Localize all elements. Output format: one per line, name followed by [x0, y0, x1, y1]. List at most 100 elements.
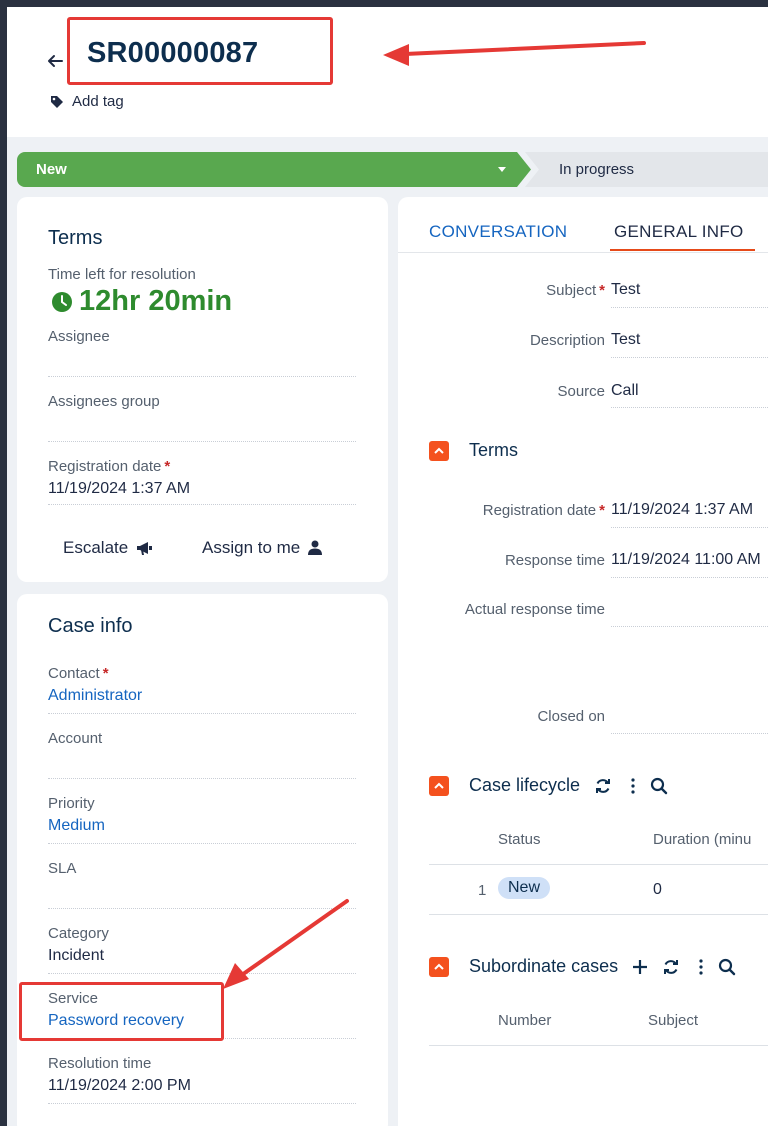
stage-in-progress-label: In progress — [559, 161, 635, 178]
contact-label: Contact * — [48, 665, 109, 682]
required-marker: * — [599, 502, 605, 519]
required-marker: * — [599, 282, 605, 299]
required-marker: * — [164, 458, 171, 475]
description-label: Description — [529, 332, 605, 349]
clock-icon — [52, 291, 72, 312]
lifecycle-section-title: Case lifecycle — [469, 775, 581, 795]
subordinate-col-subject[interactable]: Subject — [648, 1012, 698, 1029]
tag-icon — [51, 95, 63, 108]
stage-new-label: New — [36, 161, 67, 178]
registration-date-field — [48, 504, 356, 505]
terms-card-title: Terms — [48, 227, 103, 249]
subject-label: Subject * — [546, 282, 605, 299]
terms-registration-date-label: Registration date * — [483, 502, 605, 519]
search-icon[interactable] — [650, 777, 668, 795]
registration-date-label-text: Registration date — [48, 458, 162, 475]
subject-label-text: Subject — [546, 282, 597, 299]
description-value[interactable]: Test — [611, 331, 640, 349]
subordinate-section-title: Subordinate cases — [469, 956, 619, 976]
assignees-group-label: Assignees group — [48, 393, 160, 410]
search-icon[interactable] — [718, 958, 736, 976]
terms-registration-date-field — [611, 527, 768, 528]
resolution-time-field — [48, 1103, 356, 1104]
priority-label: Priority — [48, 795, 95, 812]
status-badge: New — [498, 877, 551, 899]
collapse-lifecycle-button[interactable] — [429, 775, 449, 796]
lifecycle-col-duration[interactable]: Duration (minu — [653, 831, 751, 848]
resolution-time-label: Resolution time — [48, 1055, 152, 1072]
add-tag-button[interactable]: Add tag — [50, 93, 124, 110]
registration-date-value[interactable]: 11/19/2024 1:37 AM — [48, 480, 190, 498]
response-time-label: Response time — [504, 552, 605, 569]
sla-field[interactable] — [48, 908, 356, 909]
more-options-icon[interactable] — [698, 958, 704, 976]
escalate-label: Escalate — [63, 538, 129, 557]
terms-section-header: Terms — [429, 440, 518, 461]
stage-bar: New In progress — [17, 152, 768, 187]
escalate-button[interactable]: Escalate — [63, 538, 154, 558]
refresh-icon[interactable] — [594, 777, 612, 795]
lifecycle-duration-value: 0 — [653, 881, 662, 898]
app-window: SR00000087 Add tag New In progress Terms… — [7, 7, 768, 1126]
terms-card: Terms Time left for resolution — [17, 197, 388, 582]
megaphone-icon — [137, 542, 153, 555]
resolution-time-value[interactable]: 11/19/2024 2:00 PM — [48, 1077, 191, 1095]
account-label: Account — [48, 730, 103, 747]
account-field[interactable] — [48, 778, 356, 779]
priority-field — [48, 843, 356, 844]
assignees-group-field[interactable] — [48, 441, 356, 442]
service-highlight — [19, 982, 224, 1041]
more-options-icon[interactable] — [630, 777, 636, 795]
source-field — [611, 407, 768, 408]
tab-general-info[interactable]: GENERAL INFO — [614, 222, 744, 242]
required-marker: * — [102, 665, 109, 682]
assign-to-me-button[interactable]: Assign to me — [202, 538, 323, 558]
time-left-label: Time left for resolution — [48, 266, 196, 283]
subordinate-header-divider — [429, 1045, 768, 1046]
chevron-up-icon — [434, 782, 444, 789]
lifecycle-row-divider — [429, 914, 768, 915]
response-time-field — [611, 577, 768, 578]
category-value[interactable]: Incident — [48, 947, 104, 965]
actual-response-time-label: Actual response time — [464, 601, 605, 618]
time-left-value: 12hr 20min — [79, 285, 233, 317]
response-time-value[interactable]: 11/19/2024 11:00 AM — [611, 551, 761, 569]
terms-registration-date-value[interactable]: 11/19/2024 1:37 AM — [611, 501, 753, 519]
priority-value-link[interactable]: Medium — [48, 817, 105, 835]
actual-response-time-field[interactable] — [611, 626, 768, 627]
collapse-subordinate-button[interactable] — [429, 956, 449, 977]
contact-value-link[interactable]: Administrator — [48, 687, 142, 705]
assignee-field[interactable] — [48, 376, 356, 377]
active-tab-indicator — [610, 249, 755, 251]
refresh-icon[interactable] — [662, 958, 680, 976]
description-field — [611, 357, 768, 358]
registration-date-label: Registration date * — [48, 458, 170, 475]
terms-registration-date-label-text: Registration date — [482, 502, 597, 519]
person-icon — [308, 540, 323, 555]
subject-value[interactable]: Test — [611, 281, 640, 299]
tab-divider — [398, 252, 768, 253]
chevron-up-icon — [434, 447, 444, 454]
add-icon[interactable] — [632, 959, 648, 975]
source-value[interactable]: Call — [611, 382, 639, 400]
tab-conversation[interactable]: CONVERSATION — [429, 222, 567, 242]
terms-section-title: Terms — [469, 440, 518, 460]
add-tag-label: Add tag — [72, 93, 124, 110]
closed-on-label: Closed on — [537, 708, 605, 725]
contact-field — [48, 713, 356, 714]
chevron-down-icon[interactable] — [495, 162, 509, 176]
sla-label: SLA — [48, 860, 77, 877]
source-label: Source — [557, 383, 605, 400]
case-info-title: Case info — [48, 615, 133, 637]
back-arrow-icon[interactable] — [45, 51, 65, 71]
category-field — [48, 973, 356, 974]
time-left-display: 12hr 20min — [51, 285, 232, 318]
assign-to-me-label: Assign to me — [202, 538, 301, 557]
closed-on-field[interactable] — [611, 733, 768, 734]
lifecycle-col-status[interactable]: Status — [498, 831, 541, 848]
collapse-terms-button[interactable] — [429, 440, 449, 461]
subordinate-col-number[interactable]: Number — [498, 1012, 551, 1029]
stage-new[interactable] — [17, 152, 531, 187]
lifecycle-section-header: Case lifecycle — [429, 775, 668, 796]
case-number-highlight — [67, 17, 333, 85]
